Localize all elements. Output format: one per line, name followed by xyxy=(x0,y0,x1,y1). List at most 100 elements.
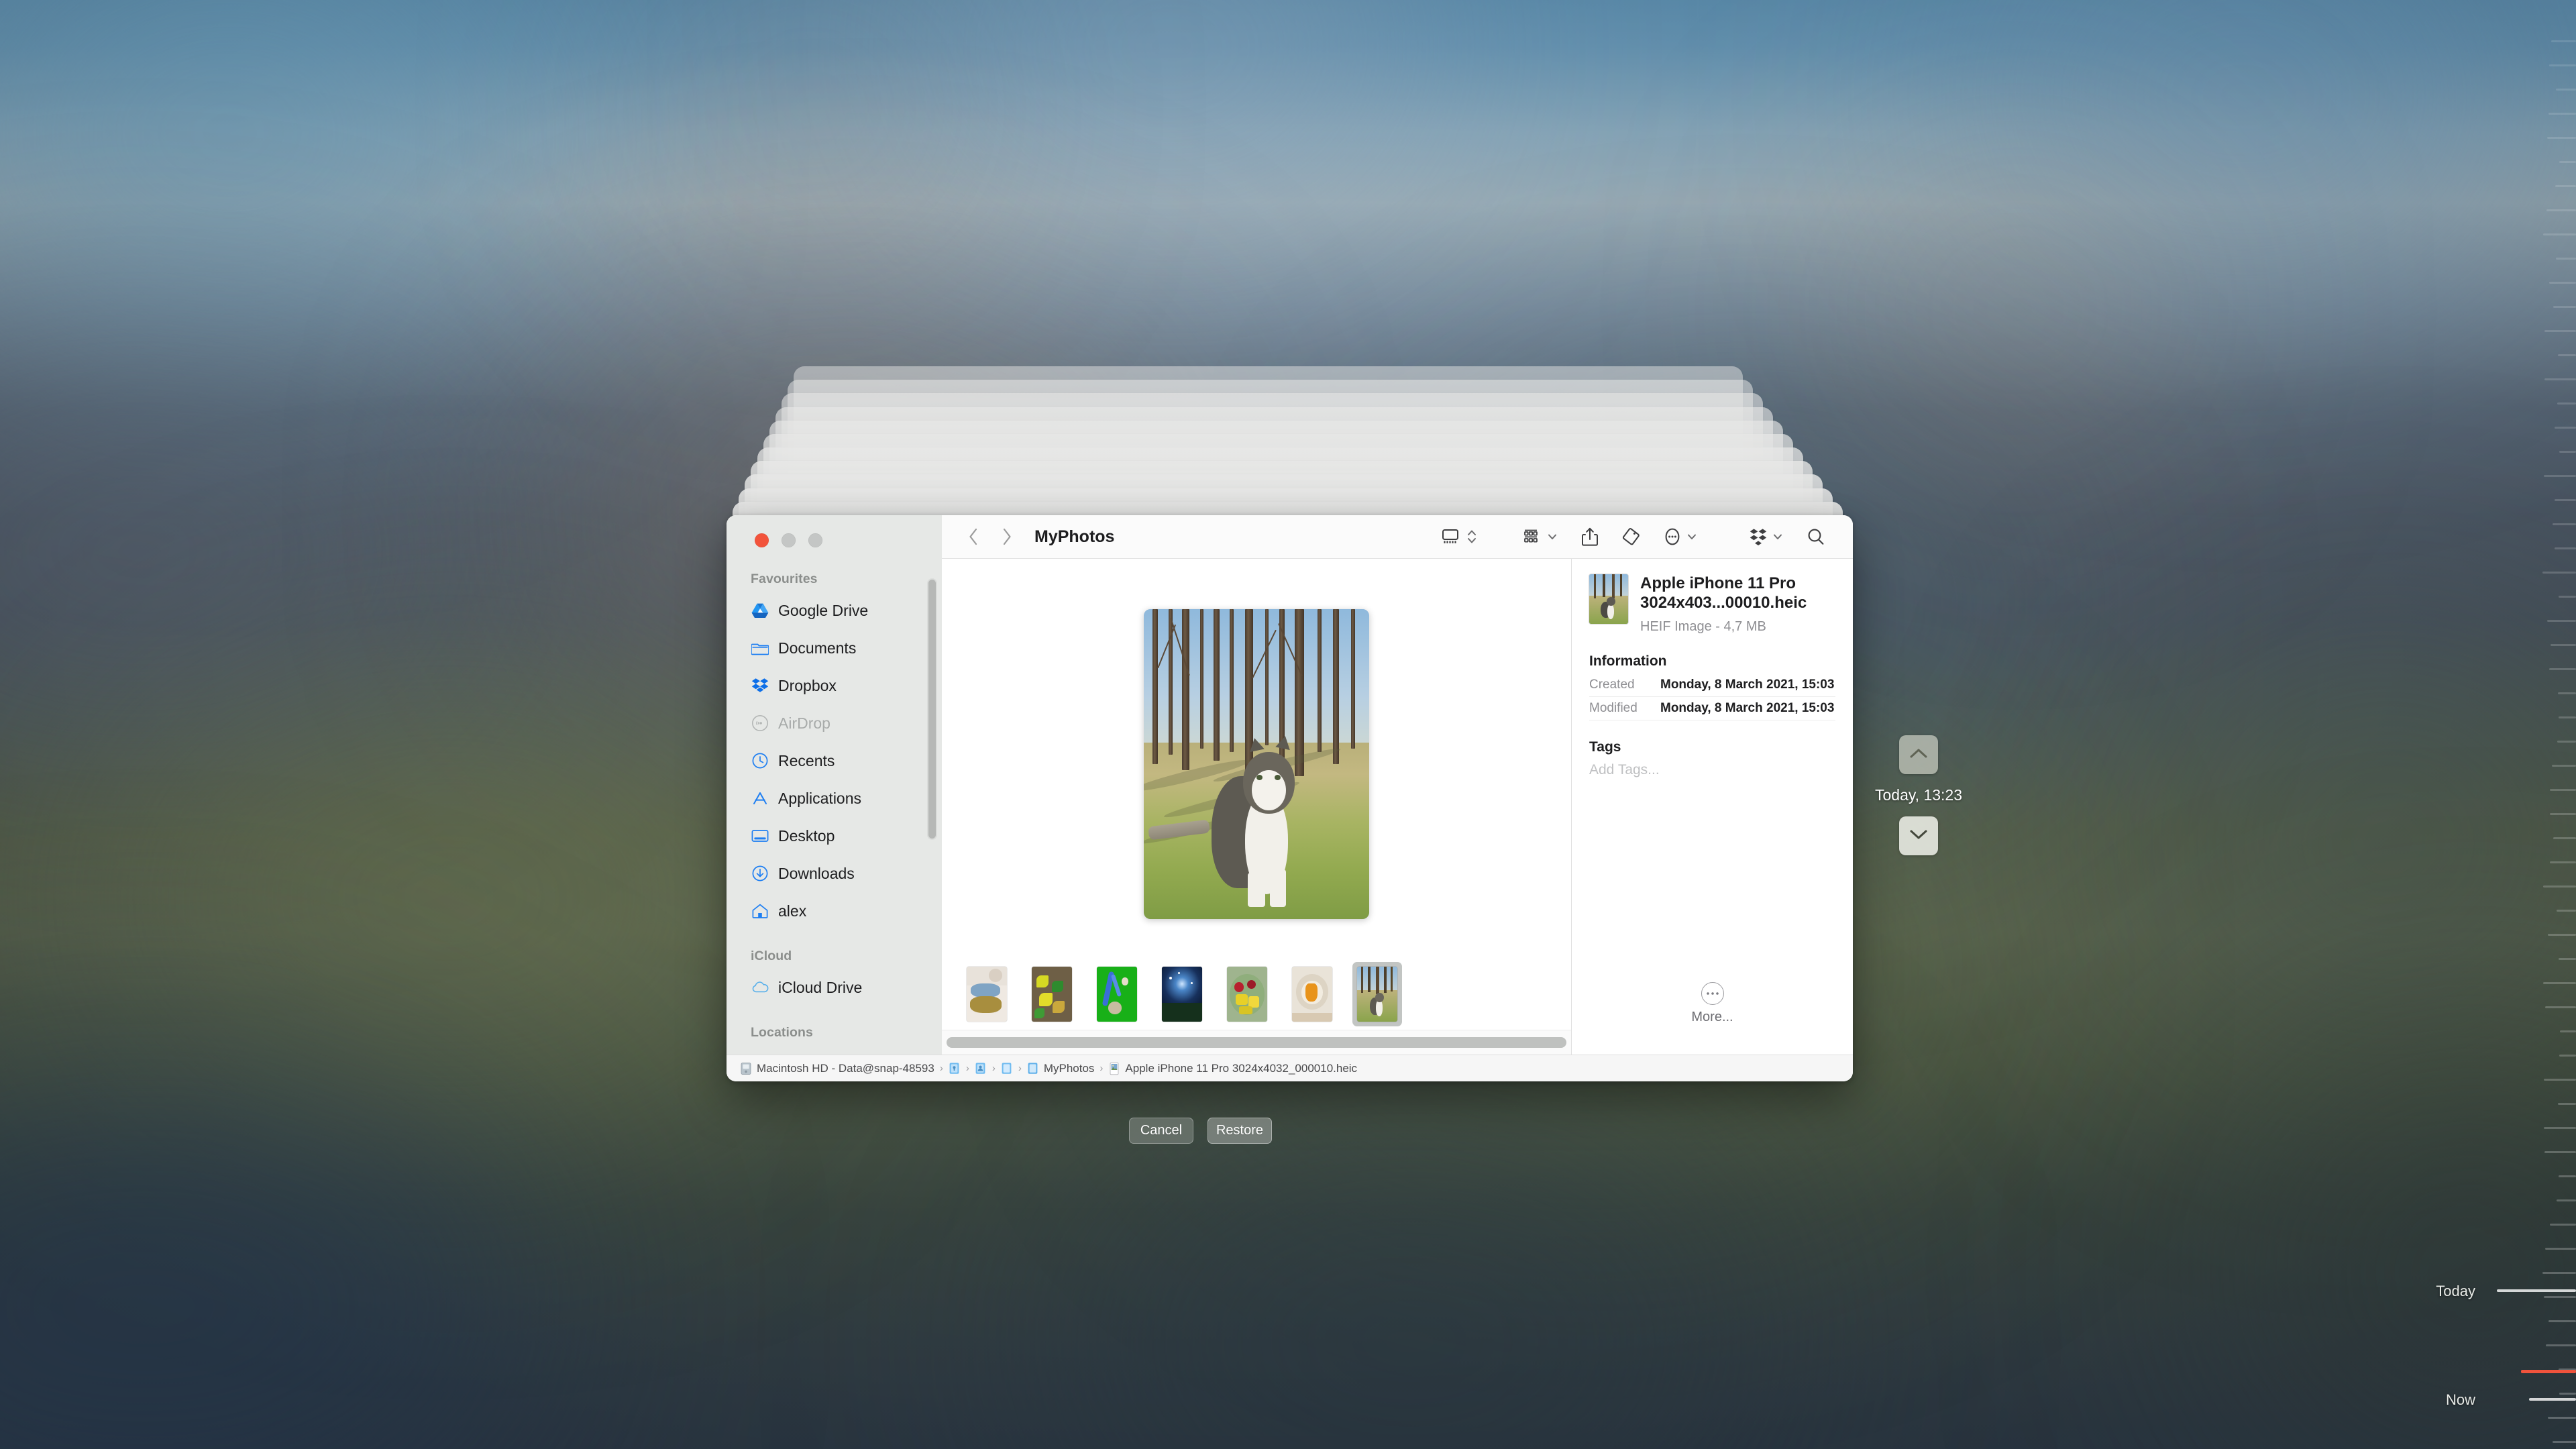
sidebar-item-label: Dropbox xyxy=(778,677,837,695)
sidebar-item-google-drive[interactable]: Google Drive xyxy=(727,592,942,629)
snapshot-previous-button[interactable] xyxy=(1899,735,1938,774)
arrange-button[interactable] xyxy=(1512,522,1570,551)
path-separator: › xyxy=(1018,1063,1022,1074)
path-separator: › xyxy=(966,1063,969,1074)
sidebar-section-favourites: Favourites xyxy=(727,572,942,592)
chevron-up-icon xyxy=(1909,747,1929,763)
clock-icon xyxy=(751,751,769,770)
info-value: Monday, 8 March 2021, 15:03 xyxy=(1660,678,1834,692)
path-separator: › xyxy=(1099,1063,1103,1074)
path-item-folder[interactable] xyxy=(1001,1061,1013,1076)
dropbox-toolbar-button[interactable] xyxy=(1737,522,1795,551)
more-button[interactable]: More... xyxy=(1589,982,1835,1025)
sidebar-item-desktop[interactable]: Desktop xyxy=(727,817,942,855)
google-drive-icon xyxy=(751,601,769,620)
chevron-down-icon xyxy=(1909,828,1929,845)
sidebar-item-airdrop[interactable]: AirDrop xyxy=(727,704,942,742)
chevron-down-icon xyxy=(1686,531,1698,543)
search-button[interactable] xyxy=(1795,522,1837,551)
restore-button[interactable]: Restore xyxy=(1208,1118,1272,1144)
cat-forest-photo xyxy=(1144,609,1369,919)
cancel-button[interactable]: Cancel xyxy=(1129,1118,1193,1144)
thumbnail-strip-scrollbar-thumb[interactable] xyxy=(947,1037,1566,1048)
folder-icon xyxy=(1027,1061,1039,1076)
back-button[interactable] xyxy=(966,525,981,548)
sidebar-item-alex[interactable]: alex xyxy=(727,892,942,930)
sidebar-section-locations: Locations xyxy=(727,1006,942,1045)
sidebar-item-downloads[interactable]: Downloads xyxy=(727,855,942,892)
sidebar-item-label: Recents xyxy=(778,752,835,770)
snapshot-timestamp: Today, 13:23 xyxy=(1875,786,1962,804)
path-separator: › xyxy=(992,1063,996,1074)
finder-window: Favourites Google Drive Documents Dropbo… xyxy=(727,515,1853,1081)
folder-icon xyxy=(1001,1061,1013,1076)
thumbnail-image xyxy=(1162,967,1202,1022)
snapshot-next-button[interactable] xyxy=(1899,816,1938,855)
thumbnail-item[interactable] xyxy=(1027,962,1077,1026)
sidebar-item-label: Applications xyxy=(778,790,861,808)
preview-stage xyxy=(942,559,1571,959)
thumbnail-image xyxy=(1227,967,1267,1022)
info-key: Created xyxy=(1589,678,1660,692)
image-file-icon xyxy=(1108,1061,1120,1076)
thumbnail-image xyxy=(1292,967,1332,1022)
info-row-modified: Modified Monday, 8 March 2021, 15:03 xyxy=(1589,697,1835,720)
sidebar-item-icloud-drive[interactable]: iCloud Drive xyxy=(727,969,942,1006)
thumbnail-item[interactable] xyxy=(1157,962,1207,1026)
path-label: Macintosh HD - Data@snap-48593 xyxy=(757,1062,934,1075)
disk-icon xyxy=(740,1061,752,1076)
home-icon xyxy=(751,902,769,920)
information-section-title: Information xyxy=(1589,653,1835,669)
view-options-button[interactable] xyxy=(1430,522,1489,551)
sidebar-scrollbar[interactable] xyxy=(927,578,937,840)
thumbnail-item[interactable] xyxy=(1222,962,1272,1026)
preview-image[interactable] xyxy=(1144,609,1369,919)
path-item-file[interactable]: Apple iPhone 11 Pro 3024x4032_000010.hei… xyxy=(1108,1061,1357,1076)
thumbnail-strip-scrollbar[interactable] xyxy=(942,1030,1571,1055)
add-tags-input[interactable]: Add Tags... xyxy=(1589,762,1835,778)
thumbnail-strip[interactable] xyxy=(942,959,1571,1030)
sidebar-item-label: AirDrop xyxy=(778,714,830,733)
tag-button[interactable] xyxy=(1610,522,1652,551)
sidebar-item-documents[interactable]: Documents xyxy=(727,629,942,667)
sidebar: Favourites Google Drive Documents Dropbo… xyxy=(727,515,942,1055)
info-header: Apple iPhone 11 Pro 3024x403...00010.hei… xyxy=(1589,574,1835,635)
sidebar-scroll-area[interactable]: Favourites Google Drive Documents Dropbo… xyxy=(727,559,942,1055)
path-bar: Macintosh HD - Data@snap-48593 › › › › M… xyxy=(727,1055,1853,1081)
share-button[interactable] xyxy=(1570,522,1610,551)
tags-section-title: Tags xyxy=(1589,739,1835,755)
close-button[interactable] xyxy=(755,533,769,547)
sidebar-item-dropbox[interactable]: Dropbox xyxy=(727,667,942,704)
folder-locked-icon xyxy=(949,1061,961,1076)
path-item-volume[interactable]: Macintosh HD - Data@snap-48593 xyxy=(740,1061,934,1076)
minimize-button[interactable] xyxy=(782,533,796,547)
path-item-folder-locked[interactable] xyxy=(949,1061,961,1076)
sidebar-item-label: Google Drive xyxy=(778,602,868,620)
path-label: MyPhotos xyxy=(1044,1062,1095,1075)
sidebar-item-applications[interactable]: Applications xyxy=(727,780,942,817)
file-name: Apple iPhone 11 Pro 3024x403...00010.hei… xyxy=(1640,574,1835,613)
path-separator: › xyxy=(940,1063,943,1074)
preview-pane xyxy=(942,559,1571,1055)
thumbnail-item[interactable] xyxy=(1287,962,1337,1026)
traffic-lights xyxy=(755,533,822,547)
thumbnail-item-selected[interactable] xyxy=(1352,962,1402,1026)
forward-button[interactable] xyxy=(1000,525,1014,548)
sidebar-section-icloud: iCloud xyxy=(727,930,942,969)
thumbnail-item[interactable] xyxy=(962,962,1012,1026)
ellipsis-circle-icon xyxy=(1701,982,1724,1005)
chevron-down-icon xyxy=(1772,531,1784,543)
thumbnail-image xyxy=(1357,967,1397,1022)
folder-icon xyxy=(751,639,769,657)
action-buttons: Cancel Restore xyxy=(1129,1118,1272,1144)
actions-button[interactable] xyxy=(1652,522,1709,551)
sidebar-item-recents[interactable]: Recents xyxy=(727,742,942,780)
file-kind-size: HEIF Image - 4,7 MB xyxy=(1640,619,1835,635)
window-title: MyPhotos xyxy=(1034,527,1114,547)
sidebar-item-label: Documents xyxy=(778,639,856,657)
zoom-button[interactable] xyxy=(808,533,822,547)
thumbnail-item[interactable] xyxy=(1092,962,1142,1026)
path-item-myphotos[interactable]: MyPhotos xyxy=(1027,1061,1095,1076)
path-item-folder-user[interactable] xyxy=(975,1061,987,1076)
sidebar-scrollbar-thumb[interactable] xyxy=(928,580,936,839)
